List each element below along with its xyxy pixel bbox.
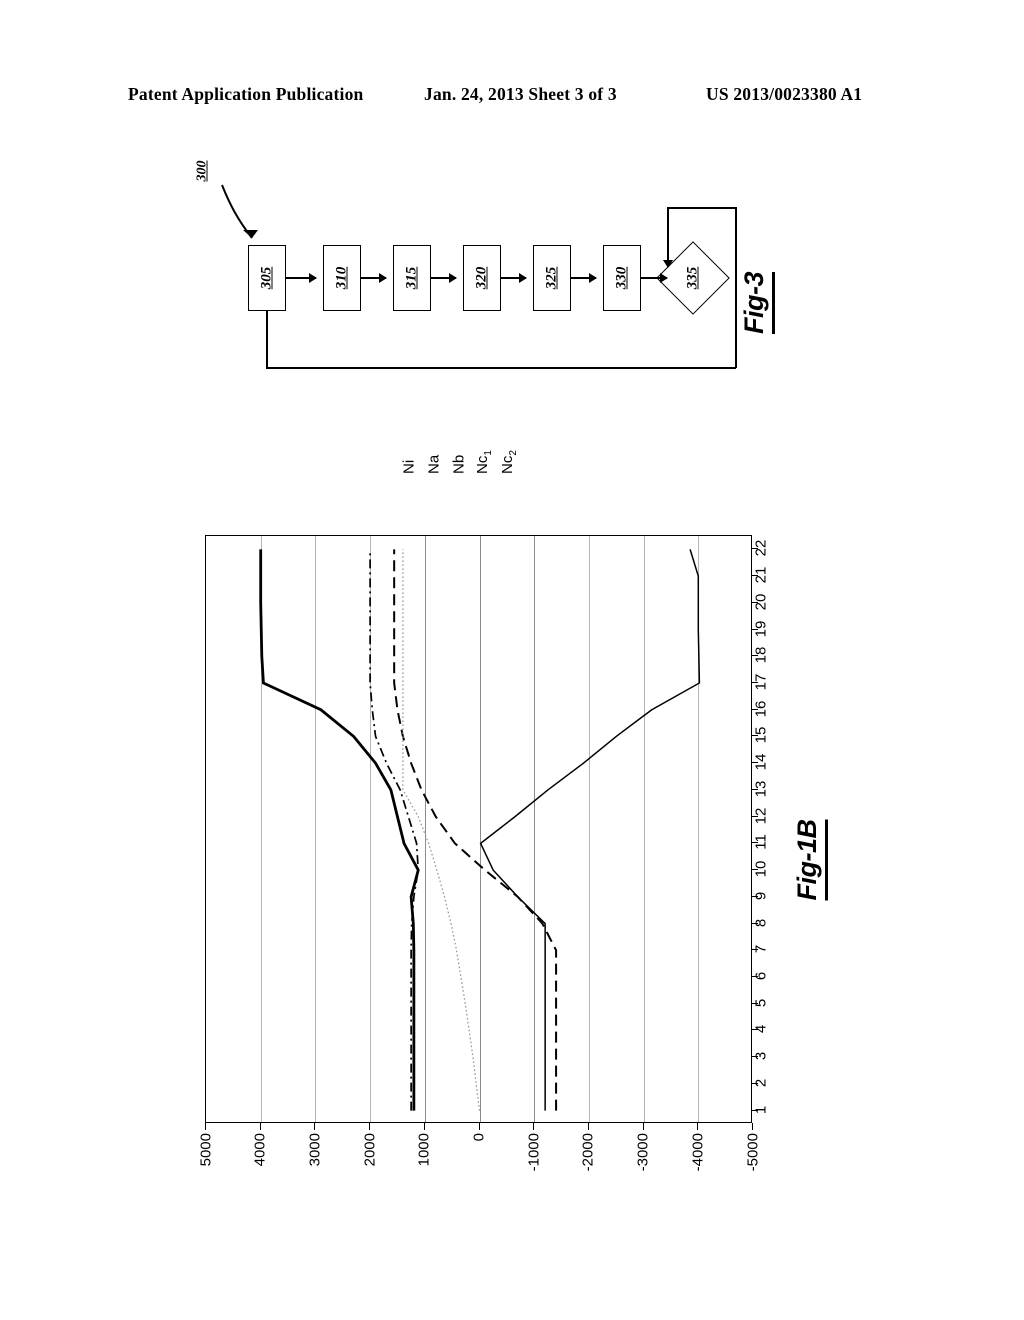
- flowchart-step-315[interactable]: 315: [393, 245, 431, 311]
- legend-label-na: Na: [425, 454, 443, 474]
- flowchart-decision-335-label: 335: [684, 266, 701, 290]
- value-tick-4000: [259, 1123, 261, 1130]
- flowchart-step-320-label: 320: [473, 266, 490, 290]
- value-tick--4000: [697, 1123, 699, 1130]
- flowchart-return-left-line: [266, 311, 268, 368]
- value-tick--1000: [533, 1123, 535, 1130]
- value-tick--5000: [752, 1123, 753, 1130]
- figure-3-caption: Fig-3: [712, 248, 802, 358]
- flowchart-step-320[interactable]: 320: [463, 245, 501, 311]
- flowchart-arrow-330-335: [641, 277, 667, 279]
- flowchart-step-325-label: 325: [543, 266, 560, 290]
- chart-series-na: [393, 549, 558, 1111]
- flowchart-step-310-label: 310: [333, 266, 350, 290]
- value-tick--2000: [587, 1123, 589, 1130]
- value-tick-2000: [369, 1123, 371, 1130]
- flowchart-feedback-top-line: [667, 207, 737, 209]
- header-publication-type: Patent Application Publication: [128, 84, 364, 104]
- chart-series-canvas: [259, 549, 701, 1111]
- legend-entry-nc1: Nc1: [473, 440, 495, 530]
- chart-legend: Ni Na Nb Nc1 Nc2: [398, 440, 548, 530]
- flowchart-feedback-down-line: [667, 207, 669, 261]
- value-tick-1000: [423, 1123, 425, 1130]
- flowchart-arrow-320-325: [501, 277, 526, 279]
- legend-entry-na: Na: [423, 440, 445, 530]
- flowchart-step-330[interactable]: 330: [603, 245, 641, 311]
- legend-entry-nb: Nb: [448, 440, 470, 530]
- legend-entry-nc2: Nc2: [498, 440, 520, 530]
- figure-1b-chart: Ni Na Nb Nc1 Nc2 5000 4000 3000 2000 100…: [150, 430, 890, 1230]
- header-publication-number: US 2013/0023380 A1: [706, 84, 863, 104]
- flowchart-step-310[interactable]: 310: [323, 245, 361, 311]
- figure-3-flowchart: 305 310 315 320 325 330 335: [180, 150, 740, 380]
- flowchart-feedback-arrowhead: [663, 260, 673, 268]
- chart-series-nc2: [479, 549, 701, 1111]
- figure-1b-caption: Fig-1B: [750, 780, 870, 940]
- legend-label-nc1: Nc1: [474, 450, 494, 474]
- flowchart-step-315-label: 315: [403, 266, 420, 290]
- flowchart-step-305[interactable]: 305: [248, 245, 286, 311]
- flowchart-arrow-325-330: [571, 277, 596, 279]
- flowchart-arrow-305-310: [286, 277, 316, 279]
- flowchart-step-325[interactable]: 325: [533, 245, 571, 311]
- publication-header: Patent Application Publication Jan. 24, …: [0, 84, 1024, 114]
- header-date-sheet: Jan. 24, 2013 Sheet 3 of 3: [424, 84, 617, 104]
- flowchart-arrow-315-320: [431, 277, 456, 279]
- legend-label-nb: Nb: [450, 454, 468, 474]
- flowchart-arrow-310-315: [361, 277, 386, 279]
- legend-label-nc2: Nc2: [499, 450, 519, 474]
- value-tick-3000: [314, 1123, 316, 1130]
- flowchart-step-330-label: 330: [613, 266, 630, 290]
- flowchart-return-bottom-line: [266, 367, 736, 369]
- flowchart-step-305-label: 305: [258, 266, 275, 290]
- chart-plot-area: [205, 535, 752, 1123]
- chart-value-axis: 5000 4000 3000 2000 1000 0 -1000 -2000 -3000 -400…: [197, 1123, 761, 1213]
- legend-entry-ni: Ni: [398, 440, 420, 530]
- legend-label-ni: Ni: [400, 459, 418, 474]
- value-tick-5000: [205, 1123, 206, 1130]
- value-tick-0: [478, 1123, 480, 1130]
- value-tick--3000: [642, 1123, 644, 1130]
